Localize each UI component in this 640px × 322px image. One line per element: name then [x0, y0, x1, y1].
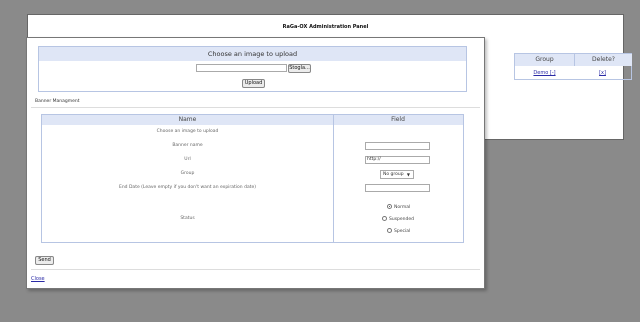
banner-list-table: Group Delete? Demo [-] [x]: [514, 53, 632, 80]
upload-button[interactable]: Upload: [242, 79, 265, 88]
banner-modal: Choose an image to upload Stogla... Uplo…: [26, 37, 485, 289]
status-suspended-label: Suspended: [389, 217, 415, 222]
status-option-suspended[interactable]: Suspended: [382, 216, 414, 222]
status-label: Status: [180, 216, 195, 221]
group-select[interactable]: No group ▼: [380, 170, 414, 179]
banner-name-label: Banner name: [172, 143, 203, 148]
status-special-label: Special: [394, 229, 411, 234]
browse-button[interactable]: Stogla...: [288, 64, 311, 73]
group-select-value: No group: [383, 172, 404, 177]
radio-icon: [387, 228, 392, 233]
delete-link[interactable]: [x]: [599, 70, 606, 76]
url-label: Url: [184, 157, 191, 162]
image-upload-box: Choose an image to upload Stogla... Uplo…: [38, 46, 467, 92]
url-input[interactable]: http://: [365, 156, 430, 164]
status-option-special[interactable]: Special: [387, 228, 410, 234]
upload-heading: Choose an image to upload: [39, 47, 466, 61]
footer-divider: [31, 269, 480, 270]
group-cell: Demo [-]: [515, 70, 574, 76]
form-table-header: Name Field: [42, 115, 463, 125]
choose-image-label: Choose an image to upload: [156, 129, 219, 134]
delete-column-header: Delete?: [574, 54, 632, 66]
status-normal-label: Normal: [394, 205, 411, 210]
status-option-normal[interactable]: Normal: [387, 204, 410, 210]
delete-cell: [x]: [574, 70, 631, 76]
end-date-input[interactable]: [365, 184, 430, 192]
radio-icon: [382, 216, 387, 221]
end-date-label: End Date (Leave empty if you don't want …: [118, 185, 256, 190]
name-column-header: Name: [178, 116, 197, 123]
group-link[interactable]: Demo [-]: [533, 70, 555, 76]
radio-icon-selected: [387, 204, 392, 209]
admin-panel-title: RaGa-OX Administration Panel: [282, 24, 369, 30]
chevron-down-icon: ▼: [406, 172, 410, 177]
banner-section-title: Banner Managment: [35, 99, 80, 104]
close-link[interactable]: Close: [31, 276, 45, 282]
group-label: Group: [180, 171, 195, 176]
field-column-header: Field: [391, 116, 405, 123]
group-column-header: Group: [515, 54, 574, 66]
banner-form-table: Name Field Choose an image to upload Ban…: [41, 114, 464, 243]
column-divider: [333, 115, 334, 242]
send-button[interactable]: Send: [35, 256, 54, 265]
section-divider: [31, 107, 480, 108]
banner-name-input[interactable]: [365, 142, 430, 150]
file-path-input[interactable]: [196, 64, 287, 72]
